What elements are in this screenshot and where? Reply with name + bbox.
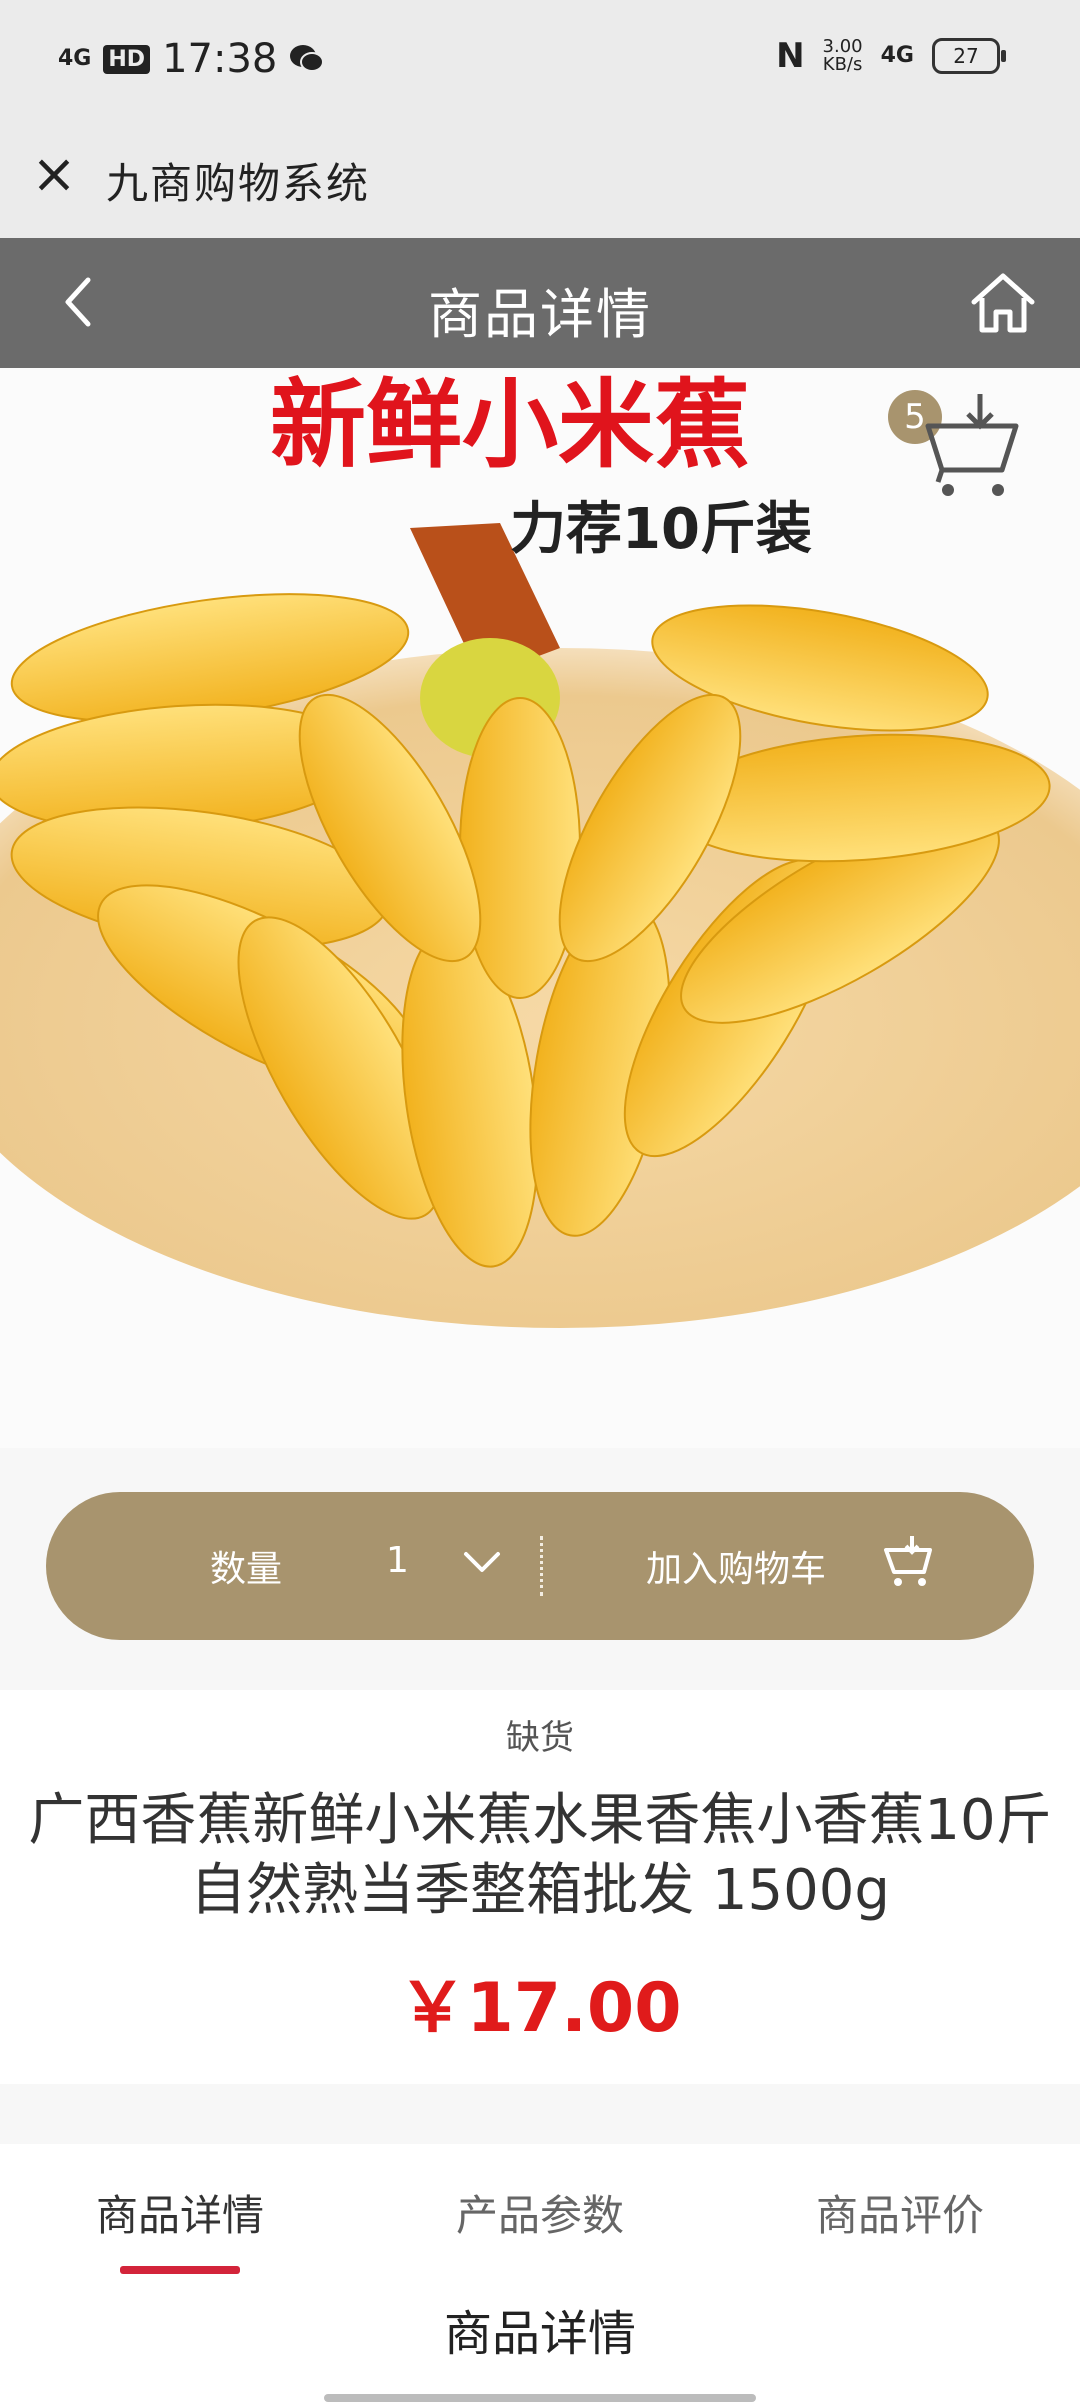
quantity-value[interactable]: 1 [386,1540,409,1581]
add-to-cart-button[interactable]: 加入购物车 [646,1540,826,1592]
status-right: N 3.00 KB/s 4G 27 [776,36,1006,76]
tab-product-reviews[interactable]: 商品评价 [720,2182,1080,2243]
chevron-down-icon[interactable] [460,1540,504,1584]
banana-illustration: 新鲜小米蕉 力荐10斤装 [0,368,1080,1448]
detail-tabs: 商品详情 产品参数 商品评价 商品详情 [0,2144,1080,2408]
status-left: 4G HD 17:38 [58,36,325,82]
status-bar: 4G HD 17:38 N 3.00 KB/s 4G 27 [0,0,1080,120]
signal-indicator: 4G [58,46,92,71]
active-tab-indicator [120,2266,240,2274]
section-title: 商品详情 [443,2306,636,2362]
gesture-bar[interactable] [324,2394,756,2402]
nav-bar: 商品详情 [0,238,1080,368]
product-title: 广西香蕉新鲜小米蕉水果香焦小香蕉10斤自然熟当季整箱批发 1500g [28,1788,1052,1923]
product-price: ￥17.00 [398,1969,682,2048]
clock: 17:38 [162,36,278,82]
tab-product-params[interactable]: 产品参数 [360,2182,720,2243]
purchase-bar: 数量 1 加入购物车 [46,1492,1034,1640]
battery-icon: 27 [932,38,1006,74]
browser-title: 九商购物系统 [106,159,371,208]
hd-badge: HD [103,44,151,74]
image-subline: 力荐10斤装 [510,497,812,562]
net-speed-unit: KB/s [822,54,863,75]
nfc-icon: N [776,36,805,76]
product-info: 缺货 广西香蕉新鲜小米蕉水果香焦小香蕉10斤自然熟当季整箱批发 1500g ￥1… [0,1690,1080,2084]
tab-product-details[interactable]: 商品详情 [0,2182,360,2243]
wechat-icon [290,45,325,72]
floating-cart[interactable]: 5 [888,390,1028,500]
browser-header: × 九商购物系统 [0,120,1080,238]
image-headline: 新鲜小米蕉 [270,369,750,481]
divider [540,1536,543,1596]
stock-status: 缺货 [506,1718,574,1758]
cart-download-icon[interactable] [898,390,1028,500]
close-icon[interactable]: × [28,147,80,201]
page-title: 商品详情 [428,283,652,346]
product-image: 新鲜小米蕉 力荐10斤装 [0,368,1080,1448]
quantity-label: 数量 [210,1549,283,1590]
net-speed: 3.00 KB/s [823,38,863,74]
home-icon[interactable] [966,266,1040,338]
network-indicator: 4G [880,43,914,68]
cart-icon[interactable] [882,1534,934,1590]
